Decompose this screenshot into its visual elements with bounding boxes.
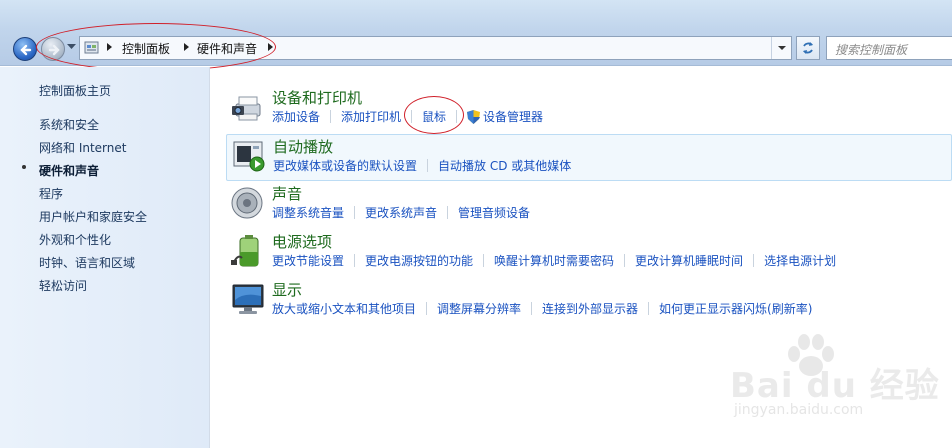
- current-item-bullet: [22, 165, 26, 169]
- link-divider: [648, 302, 650, 315]
- section-title-sound[interactable]: 声音: [272, 183, 302, 204]
- link-refresh-rate[interactable]: 如何更正显示器闪烁(刷新率): [659, 302, 812, 316]
- link-external-display[interactable]: 连接到外部显示器: [542, 302, 638, 316]
- link-divider: [354, 206, 356, 219]
- link-change-sounds[interactable]: 更改系统声音: [365, 206, 437, 220]
- sidebar-item-appearance[interactable]: 外观和个性化: [39, 231, 111, 248]
- link-change-media-defaults[interactable]: 更改媒体或设备的默认设置: [273, 159, 417, 173]
- uac-shield-icon: [467, 110, 481, 124]
- link-divider: [426, 302, 428, 315]
- link-divider: [753, 254, 755, 267]
- link-add-printer[interactable]: 添加打印机: [341, 110, 401, 124]
- link-divider: [447, 206, 449, 219]
- link-divider: [330, 110, 332, 123]
- links-autoplay: 更改媒体或设备的默认设置 自动播放 CD 或其他媒体: [273, 157, 571, 174]
- link-divider: [624, 254, 626, 267]
- sidebar-item-ease-of-access[interactable]: 轻松访问: [39, 277, 87, 294]
- link-manage-audio[interactable]: 管理音频设备: [458, 206, 530, 220]
- speaker-icon: [231, 187, 263, 219]
- links-display: 放大或缩小文本和其他项目 调整屏幕分辨率 连接到外部显示器 如何更正显示器闪烁(刷新率…: [272, 300, 812, 317]
- link-add-device[interactable]: 添加设备: [272, 110, 320, 124]
- link-divider: [427, 159, 429, 172]
- search-placeholder: 搜索控制面板: [835, 43, 908, 57]
- section-power: 电源选项 更改节能设置 更改电源按钮的功能 唤醒计算机时需要密码 更改计算机睡眠时间 选…: [226, 230, 952, 276]
- watermark-logo-text: Bai du 经验: [730, 366, 940, 406]
- refresh-icon: [803, 42, 813, 54]
- link-adjust-volume[interactable]: 调整系统音量: [272, 206, 344, 220]
- section-autoplay: 自动播放 更改媒体或设备的默认设置 自动播放 CD 或其他媒体: [226, 134, 952, 181]
- link-text-size[interactable]: 放大或缩小文本和其他项目: [272, 302, 416, 316]
- sidebar-item-programs[interactable]: 程序: [39, 185, 63, 202]
- section-display: 显示 放大或缩小文本和其他项目 调整屏幕分辨率 连接到外部显示器 如何更正显示器闪烁(…: [226, 278, 952, 324]
- refresh-button[interactable]: [796, 36, 820, 60]
- battery-icon: [231, 235, 259, 267]
- search-box[interactable]: 搜索控制面板: [826, 36, 952, 60]
- section-devices-printers: 设备和打印机 添加设备 添加打印机 鼠标 设备管理器: [226, 86, 952, 132]
- section-title-autoplay[interactable]: 自动播放: [273, 136, 333, 157]
- link-device-manager[interactable]: 设备管理器: [483, 110, 543, 124]
- watermark-url: jingyan.baidu.com: [734, 402, 864, 418]
- section-title-power[interactable]: 电源选项: [272, 231, 332, 252]
- link-divider: [531, 302, 533, 315]
- link-wake-password[interactable]: 唤醒计算机时需要密码: [494, 254, 614, 268]
- sidebar-item-home[interactable]: 控制面板主页: [39, 82, 111, 99]
- sidebar-item-clock-region[interactable]: 时钟、语言和区域: [39, 254, 135, 271]
- printer-camera-icon: [232, 96, 261, 121]
- sidebar-item-system-security[interactable]: 系统和安全: [39, 116, 99, 133]
- link-divider: [483, 254, 485, 267]
- arrow-left-icon: [20, 44, 32, 56]
- link-autoplay-cd[interactable]: 自动播放 CD 或其他媒体: [438, 159, 571, 173]
- annotation-circle-mouse: [404, 96, 464, 134]
- link-power-button[interactable]: 更改电源按钮的功能: [365, 254, 473, 268]
- link-resolution[interactable]: 调整屏幕分辨率: [437, 302, 521, 316]
- section-title-display[interactable]: 显示: [272, 279, 302, 300]
- sidebar-item-hardware-sound[interactable]: 硬件和声音: [39, 162, 99, 179]
- link-sleep-time[interactable]: 更改计算机睡眠时间: [635, 254, 743, 268]
- links-sound: 调整系统音量 更改系统声音 管理音频设备: [272, 204, 530, 221]
- sidebar-item-network[interactable]: 网络和 Internet: [39, 139, 126, 156]
- link-power-plan[interactable]: 选择电源计划: [764, 254, 836, 268]
- back-button[interactable]: [13, 37, 37, 61]
- annotation-circle-address: [36, 23, 276, 71]
- link-divider: [354, 254, 356, 267]
- baidu-jingyan-watermark: Bai du 经验 jingyan.baidu.com: [730, 334, 940, 448]
- autoplay-icon: [233, 141, 265, 172]
- section-title-devices-printers[interactable]: 设备和打印机: [272, 87, 362, 108]
- sidebar-item-user-accounts[interactable]: 用户帐户和家庭安全: [39, 208, 147, 225]
- link-power-saving[interactable]: 更改节能设置: [272, 254, 344, 268]
- links-power: 更改节能设置 更改电源按钮的功能 唤醒计算机时需要密码 更改计算机睡眠时间 选择电源计划: [272, 252, 836, 269]
- monitor-icon: [232, 284, 264, 314]
- section-sound: 声音 调整系统音量 更改系统声音 管理音频设备: [226, 182, 952, 228]
- address-dropdown-button[interactable]: [771, 37, 791, 59]
